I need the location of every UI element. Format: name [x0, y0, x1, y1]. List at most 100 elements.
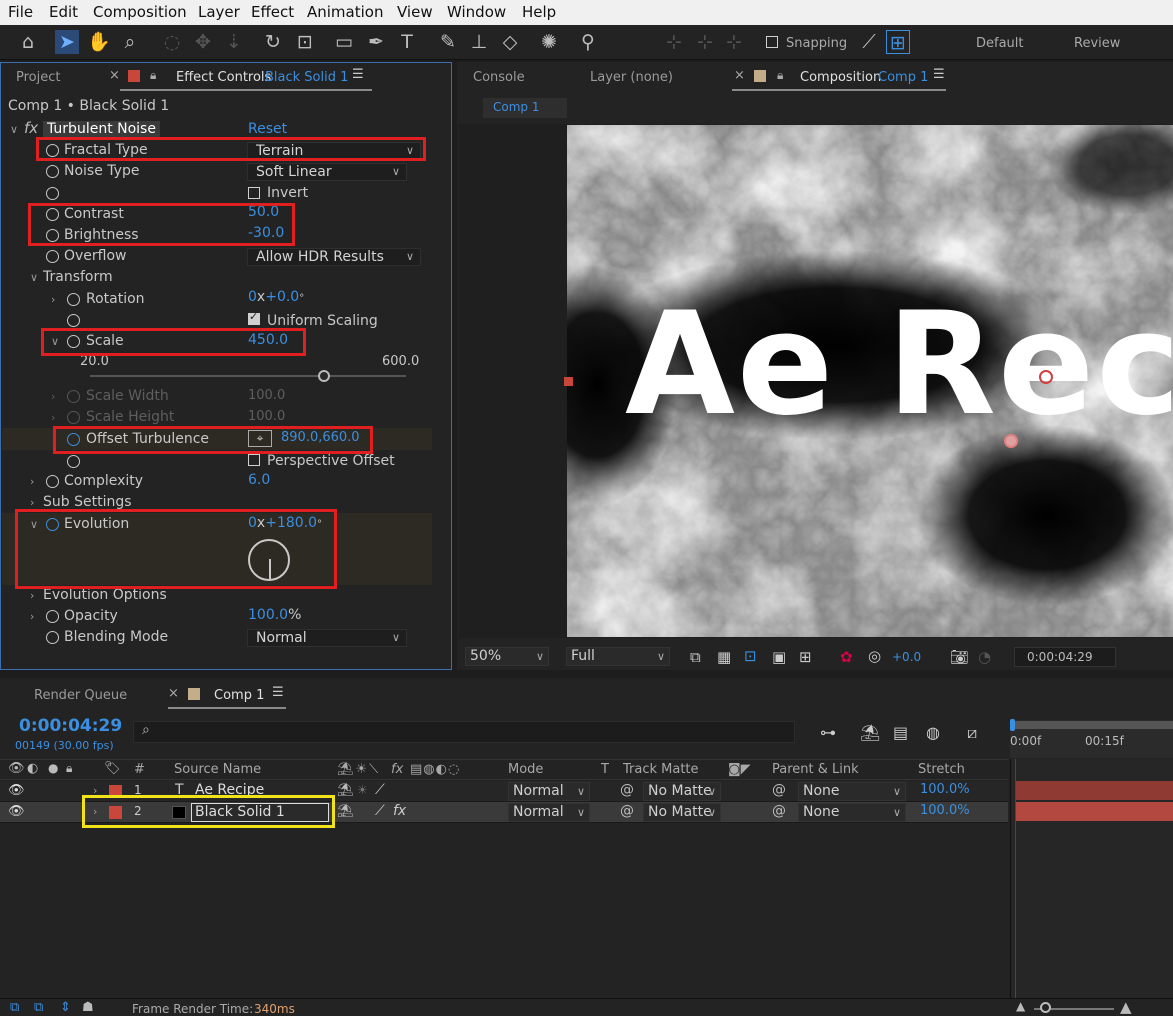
quality-switch-icon[interactable]: ⟋ — [375, 782, 385, 798]
stopwatch-icon[interactable] — [67, 455, 80, 468]
resolution-dropdown[interactable]: Full ∨ — [566, 647, 670, 666]
audio-icon[interactable]: ◐ — [27, 761, 38, 776]
noise-type-dropdown[interactable]: Soft Linear ∨ — [247, 163, 407, 181]
track-matte-dropdown[interactable]: No Matte ∨ — [643, 803, 721, 822]
zoom-out-icon[interactable]: ▲ — [1016, 999, 1025, 1013]
close-icon[interactable]: × — [734, 68, 745, 83]
menu-animation[interactable]: Animation — [307, 3, 383, 21]
menu-layer[interactable]: Layer — [198, 3, 240, 21]
track-matte-dropdown[interactable]: No Matte ∨ — [643, 782, 721, 801]
tab-project[interactable]: Project — [16, 70, 60, 85]
layer-handle[interactable] — [564, 377, 573, 386]
parent-pick-whip-icon[interactable]: @ — [772, 782, 786, 798]
motion-blur-icon[interactable]: ◍ — [926, 723, 940, 742]
overflow-dropdown[interactable]: Allow HDR Results ∨ — [247, 248, 421, 266]
layer-mode-dropdown[interactable]: Normal ∨ — [508, 782, 590, 801]
zoom-tool-icon[interactable]: ⌕ — [118, 30, 142, 54]
eraser-tool-icon[interactable]: ◇ — [498, 30, 522, 54]
expand-transfer-controls-icon[interactable]: ⧉ — [34, 1000, 43, 1015]
menu-composition[interactable]: Composition — [93, 3, 187, 21]
tab-effect-controls[interactable]: Effect Controls — [176, 70, 271, 85]
lock-icon[interactable]: 🔒︎ — [150, 68, 156, 83]
stopwatch-icon[interactable] — [46, 475, 59, 488]
close-icon[interactable]: × — [168, 686, 179, 701]
work-area-bar[interactable] — [1012, 721, 1173, 729]
twirl-scale-height[interactable]: › — [51, 411, 55, 424]
column-mode[interactable]: Mode — [508, 762, 543, 777]
comp-sub-tab[interactable]: Comp 1 — [483, 98, 567, 118]
pan-tool-icon[interactable]: ✥ — [191, 30, 215, 54]
selection-tool-icon[interactable]: ➤ — [55, 30, 79, 54]
twirl-effect[interactable]: ∨ — [10, 123, 18, 136]
tab-console[interactable]: Console — [473, 70, 525, 85]
menu-effect[interactable]: Effect — [251, 3, 294, 21]
stopwatch-icon[interactable] — [46, 250, 59, 263]
panel-menu-icon[interactable]: ☰ — [272, 685, 284, 700]
timeline-search-input[interactable]: ⌕ — [133, 721, 795, 743]
pan-behind-tool-icon[interactable]: ⊡ — [293, 30, 317, 54]
zoom-in-icon[interactable]: ▲ — [1120, 998, 1132, 1016]
complexity-value[interactable]: 6.0 — [248, 470, 270, 491]
label-tag-icon[interactable]: 🏷︎ — [104, 761, 121, 776]
color-channels-icon[interactable]: ✿ — [840, 648, 853, 666]
matte-source-icon[interactable]: @ — [620, 782, 634, 798]
axis-world-icon[interactable]: ⊹ — [693, 30, 717, 54]
effects-switch-icon[interactable]: fx — [393, 803, 406, 819]
menu-help[interactable]: Help — [522, 3, 556, 21]
puppet-pin-tool-icon[interactable]: ⚲ — [576, 30, 600, 54]
render-time-icon[interactable]: ☗ — [82, 1000, 94, 1015]
layer-stretch-value[interactable]: 100.0% — [920, 782, 970, 797]
layer-bar-2[interactable] — [1016, 802, 1173, 821]
timeline-zoom-thumb[interactable] — [1040, 1002, 1051, 1013]
layer-stretch-value[interactable]: 100.0% — [920, 803, 970, 818]
frame-blending-icon[interactable]: ▤ — [893, 723, 908, 742]
column-parent-link[interactable]: Parent & Link — [772, 762, 859, 777]
scale-slider-track[interactable] — [90, 375, 406, 377]
anchor-point-icon[interactable] — [1039, 370, 1053, 384]
column-source-name[interactable]: Source Name — [174, 762, 261, 777]
shy-switch-icon[interactable]: ⛱ — [337, 804, 354, 819]
stopwatch-icon[interactable] — [67, 314, 80, 327]
tab-effect-controls-layer[interactable]: Black Solid 1 — [265, 70, 348, 85]
zoom-dropdown[interactable]: 50% ∨ — [465, 647, 549, 666]
effect-name[interactable]: Turbulent Noise — [43, 121, 160, 138]
snap-features-icon[interactable]: ⊞ — [886, 30, 910, 54]
layer-visibility-eye-icon[interactable]: 👁︎ — [8, 783, 25, 798]
stopwatch-icon[interactable] — [46, 187, 59, 200]
rectangle-tool-icon[interactable]: ▭ — [332, 30, 356, 54]
uniform-scaling-checkbox[interactable] — [248, 310, 260, 325]
tab-timeline-comp[interactable]: Comp 1 — [214, 688, 264, 703]
axis-view-icon[interactable]: ⊹ — [722, 30, 746, 54]
graph-editor-icon[interactable]: ⧄ — [967, 723, 977, 743]
column-track-matte[interactable]: Track Matte — [623, 762, 699, 777]
home-icon[interactable]: ⌂ — [16, 30, 40, 54]
hand-tool-icon[interactable]: ✋ — [87, 30, 111, 54]
timeline-timecode[interactable]: 0:00:04:29 — [19, 716, 122, 736]
layer-bar-1[interactable] — [1016, 781, 1173, 800]
dolly-tool-icon[interactable]: ⇣ — [222, 30, 246, 54]
reset-link[interactable]: Reset — [248, 121, 287, 137]
scale-slider-thumb[interactable] — [317, 370, 330, 382]
opacity-value[interactable]: 100.0% — [248, 605, 301, 626]
menu-file[interactable]: File — [8, 3, 33, 21]
snapshot-camera-icon[interactable]: 📷︎ — [950, 648, 969, 666]
rotate-tool-icon[interactable]: ↻ — [261, 30, 285, 54]
lock-icon[interactable]: 🔒︎ — [777, 68, 783, 83]
clone-stamp-tool-icon[interactable]: ⊥ — [467, 30, 491, 54]
stopwatch-icon[interactable] — [46, 165, 59, 178]
tab-layer[interactable]: Layer (none) — [590, 70, 673, 85]
eye-icon[interactable]: 👁︎ — [8, 761, 25, 776]
layer-mode-dropdown[interactable]: Normal ∨ — [508, 803, 590, 822]
shy-switch-icon[interactable]: ⛱ — [337, 783, 354, 798]
color-management-icon[interactable]: ◎ — [868, 647, 881, 665]
parent-dropdown[interactable]: None ∨ — [798, 803, 906, 822]
show-snapshot-icon[interactable]: ◔ — [978, 648, 991, 666]
tab-composition[interactable]: Composition — [800, 70, 881, 85]
panel-menu-icon[interactable]: ☰ — [933, 67, 945, 82]
workspace-review[interactable]: Review — [1074, 36, 1120, 51]
menu-edit[interactable]: Edit — [49, 3, 78, 21]
perspective-offset-checkbox[interactable] — [248, 454, 260, 466]
snap-edges-icon[interactable]: ⟋ — [857, 30, 881, 54]
tab-render-queue[interactable]: Render Queue — [34, 688, 127, 703]
current-time-indicator[interactable] — [1010, 719, 1015, 731]
